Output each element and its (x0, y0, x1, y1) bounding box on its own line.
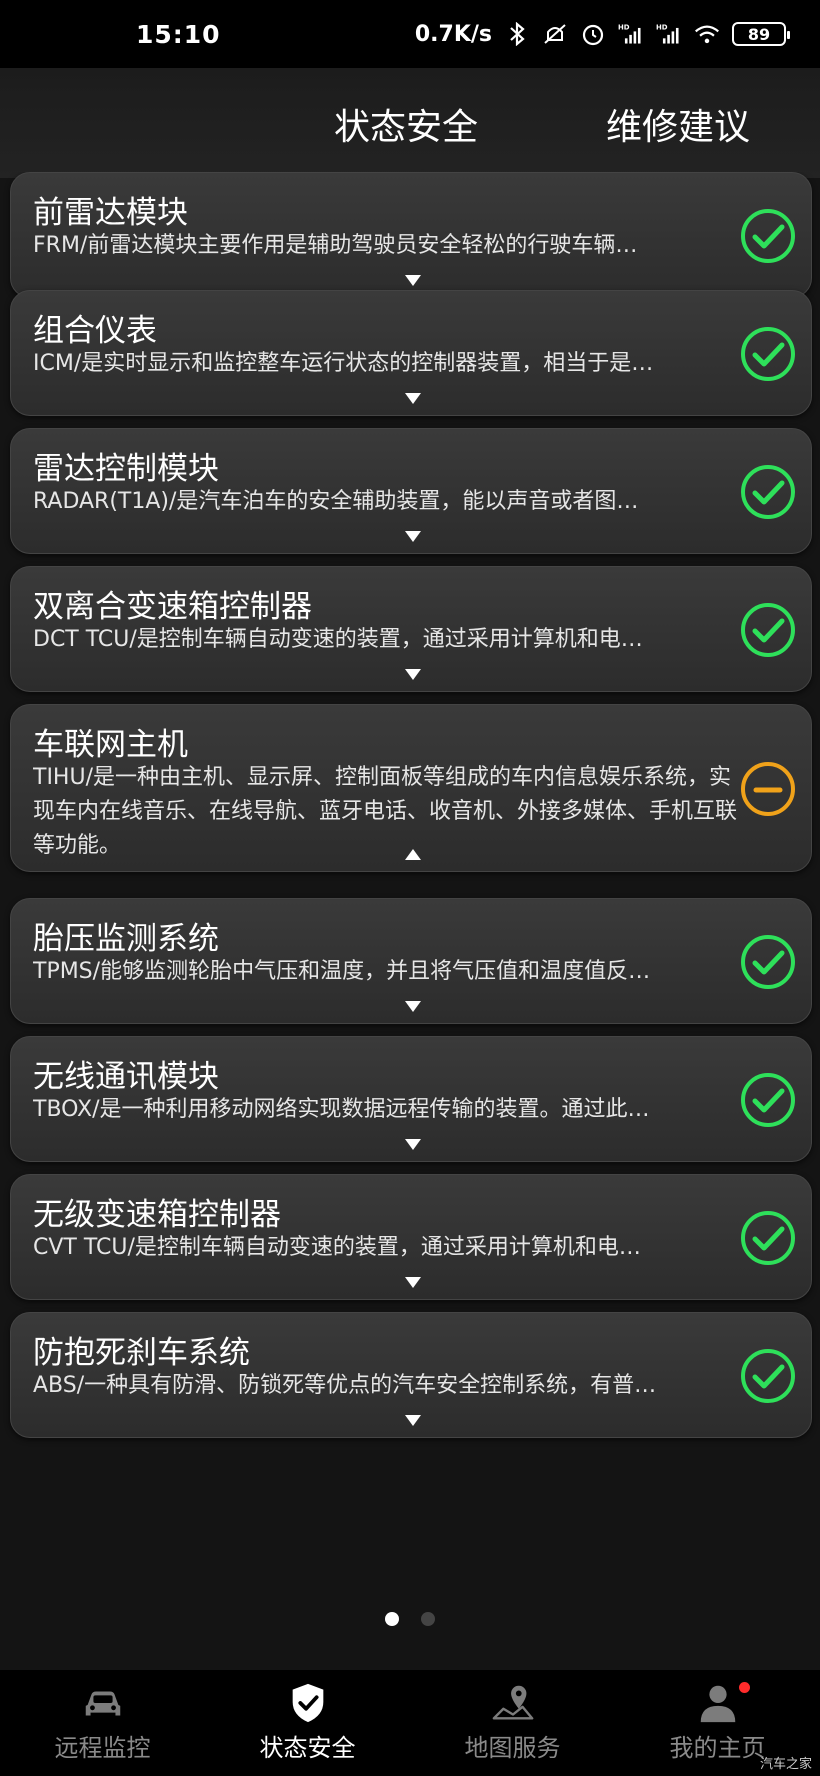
battery-icon: 89 (732, 22, 790, 46)
module-title: 前雷达模块 (33, 195, 188, 231)
status-time: 15:10 (136, 19, 221, 49)
module-card[interactable]: 雷达控制模块 RADAR(T1A)/是汽车泊车的安全辅助装置，能以声音或者图… (10, 428, 812, 554)
check-circle-icon (739, 1071, 797, 1129)
notification-dot (739, 1682, 750, 1693)
tab-repair-advice[interactable]: 维修建议 (606, 98, 750, 150)
tab-status-safety[interactable]: 状态安全 (334, 98, 478, 150)
wifi-icon (694, 21, 720, 47)
page-indicator (0, 1612, 820, 1626)
expand-arrow-icon[interactable] (405, 531, 421, 542)
module-description: TIHU/是一种由主机、显示屏、控制面板等组成的车内信息娱乐系统，实现车内在线音… (33, 765, 738, 858)
alarm-icon (580, 21, 606, 47)
module-title: 雷达控制模块 (33, 451, 219, 487)
module-description: FRM/前雷达模块主要作用是辅助驾驶员安全轻松的行驶车辆… (33, 233, 638, 258)
page-dot[interactable] (421, 1612, 435, 1626)
module-description: RADAR(T1A)/是汽车泊车的安全辅助装置，能以声音或者图… (33, 489, 639, 514)
collapse-arrow-icon[interactable] (405, 849, 421, 860)
module-description: DCT TCU/是控制车辆自动变速的装置，通过采用计算机和电… (33, 627, 643, 652)
expand-arrow-icon[interactable] (405, 1415, 421, 1426)
nav-label: 状态安全 (259, 1734, 356, 1762)
page-dot[interactable] (385, 1612, 399, 1626)
module-card[interactable]: 防抱死刹车系统 ABS/一种具有防滑、防锁死等优点的汽车安全控制系统，有普… (10, 1312, 812, 1438)
module-card[interactable]: 无线通讯模块 TBOX/是一种利用移动网络实现数据远程传输的装置。通过此… (10, 1036, 812, 1162)
check-circle-icon (739, 601, 797, 659)
expand-arrow-icon[interactable] (405, 393, 421, 404)
watermark: 汽车之家 (759, 1757, 812, 1772)
module-list[interactable]: 前雷达模块 FRM/前雷达模块主要作用是辅助驾驶员安全轻松的行驶车辆… 组合仪表 IC… (0, 172, 820, 1590)
module-card[interactable]: 无级变速箱控制器 CVT TCU/是控制车辆自动变速的装置，通过采用计算机和电… (10, 1174, 812, 1300)
warning-minus-icon (739, 760, 797, 818)
check-circle-icon (739, 207, 797, 265)
expand-arrow-icon[interactable] (405, 669, 421, 680)
module-card[interactable]: 双离合变速箱控制器 DCT TCU/是控制车辆自动变速的装置，通过采用计算机和电… (10, 566, 812, 692)
module-description: ICM/是实时显示和监控整车运行状态的控制器装置，相当于是… (33, 351, 654, 376)
status-bar: 15:10 0.7K/s HD HD 89 (0, 0, 820, 68)
module-card[interactable]: 车联网主机 TIHU/是一种由主机、显示屏、控制面板等组成的车内信息娱乐系统，实现… (10, 704, 812, 872)
module-title: 车联网主机 (33, 727, 188, 763)
module-card[interactable]: 胎压监测系统 TPMS/能够监测轮胎中气压和温度，并且将气压值和温度值反… (10, 898, 812, 1024)
nav-label: 我的主页 (669, 1734, 766, 1762)
nav-label: 地图服务 (464, 1734, 561, 1762)
check-circle-icon (739, 463, 797, 521)
module-description: ABS/一种具有防滑、防锁死等优点的汽车安全控制系统，有普… (33, 1373, 657, 1398)
top-tabs: 状态安全 维修建议 (0, 68, 820, 178)
module-title: 组合仪表 (33, 313, 157, 349)
module-title: 无级变速箱控制器 (33, 1197, 281, 1233)
svg-text:HD: HD (656, 24, 668, 32)
signal-hd-icon: HD (618, 21, 644, 47)
bluetooth-icon (504, 21, 530, 47)
network-speed: 0.7K/s (414, 21, 492, 47)
battery-level: 89 (747, 24, 771, 44)
bottom-nav: 远程监控 状态安全 地图服务 我的主页 (0, 1670, 820, 1776)
module-title: 无线通讯模块 (33, 1059, 219, 1095)
nav-map-service[interactable]: 地图服务 (410, 1670, 615, 1776)
module-title: 双离合变速箱控制器 (33, 589, 312, 625)
expand-arrow-icon[interactable] (405, 1139, 421, 1150)
check-circle-icon (739, 933, 797, 991)
module-description: TPMS/能够监测轮胎中气压和温度，并且将气压值和温度值反… (33, 959, 651, 984)
check-circle-icon (739, 325, 797, 383)
expand-arrow-icon[interactable] (405, 275, 421, 286)
check-circle-icon (739, 1347, 797, 1405)
status-icons: 0.7K/s HD HD 89 (414, 21, 790, 47)
map-pin-icon (492, 1685, 533, 1720)
module-description: CVT TCU/是控制车辆自动变速的装置，通过采用计算机和电… (33, 1235, 641, 1260)
svg-text:HD: HD (618, 24, 630, 32)
expand-arrow-icon[interactable] (405, 1277, 421, 1288)
app-screen: 15:10 0.7K/s HD HD 89 状态安全 维修建议 前雷达模块 FR… (0, 0, 820, 1776)
shield-check-icon (292, 1683, 323, 1723)
signal-hd-icon: HD (656, 21, 682, 47)
nav-status-safety[interactable]: 状态安全 (205, 1670, 410, 1776)
module-card[interactable]: 前雷达模块 FRM/前雷达模块主要作用是辅助驾驶员安全轻松的行驶车辆… (10, 172, 812, 298)
module-description: TBOX/是一种利用移动网络实现数据远程传输的装置。通过此… (33, 1097, 650, 1122)
car-icon (85, 1691, 120, 1716)
user-icon (700, 1685, 735, 1723)
module-title: 防抱死刹车系统 (33, 1335, 250, 1371)
nav-remote-monitor[interactable]: 远程监控 (0, 1670, 205, 1776)
check-circle-icon (739, 1209, 797, 1267)
module-title: 胎压监测系统 (33, 921, 219, 957)
nav-label: 远程监控 (54, 1734, 151, 1762)
expand-arrow-icon[interactable] (405, 1001, 421, 1012)
mute-icon (542, 21, 568, 47)
module-card[interactable]: 组合仪表 ICM/是实时显示和监控整车运行状态的控制器装置，相当于是… (10, 290, 812, 416)
